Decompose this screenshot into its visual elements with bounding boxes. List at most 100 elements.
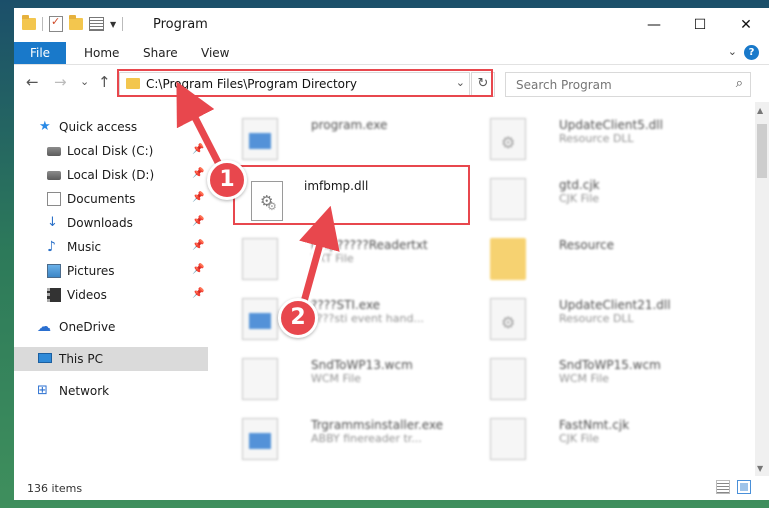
close-button[interactable]: ✕ xyxy=(723,8,769,42)
sidebar-item-label: Music xyxy=(67,240,102,254)
title-bar: ▼ Program — ☐ ✕ xyxy=(14,8,769,42)
pin-icon: 📌 xyxy=(192,216,205,227)
sidebar-item-onedrive[interactable]: ☁ OneDrive xyxy=(14,315,208,339)
tab-file[interactable]: File xyxy=(14,42,66,64)
file-list: program.exe ⚙ ⚙ imfbmp.dll help?????Reade… xyxy=(208,102,753,476)
minimize-button[interactable]: — xyxy=(631,8,677,42)
pin-icon: 📌 xyxy=(192,168,205,179)
sidebar-item-music[interactable]: ♪ Music 📌 xyxy=(14,235,208,259)
folder-icon xyxy=(22,15,36,30)
file-type: ABBY finereader tr... xyxy=(311,432,422,445)
view-properties-icon[interactable] xyxy=(89,17,104,31)
file-name: SndToWP13.wcm xyxy=(311,358,413,372)
exe-icon xyxy=(242,418,278,460)
quick-access-toolbar: ▼ xyxy=(22,15,124,32)
search-box[interactable]: ⌕ xyxy=(505,72,751,97)
pin-icon: 📌 xyxy=(192,144,205,155)
file-item[interactable]: help?????Readertxt TXT File xyxy=(228,230,468,286)
file-type: TXT File xyxy=(311,252,354,265)
tab-view[interactable]: View xyxy=(201,42,229,64)
step-badge-2: 2 xyxy=(278,298,318,338)
cloud-icon: ☁ xyxy=(37,319,51,335)
file-name: Resource xyxy=(559,238,615,252)
film-icon xyxy=(47,288,61,302)
file-highlight-box xyxy=(233,165,470,225)
sidebar-item-documents[interactable]: Documents 📌 xyxy=(14,187,208,211)
file-item[interactable]: gtd.cjk CJK File xyxy=(476,170,716,226)
file-type: Resource DLL xyxy=(559,132,634,145)
sidebar-item-videos[interactable]: Videos 📌 xyxy=(14,283,208,307)
network-icon: ⊞ xyxy=(37,383,48,398)
new-folder-icon[interactable] xyxy=(69,15,83,30)
item-count: 136 items xyxy=(27,482,83,495)
recent-locations-icon[interactable]: ⌄ xyxy=(80,75,89,88)
file-item[interactable]: Trgrammsinstaller.exe ABBY finereader tr… xyxy=(228,410,468,466)
file-name: UpdateClient21.dll xyxy=(559,298,671,312)
file-name: ????STI.exe xyxy=(311,298,381,312)
file-item[interactable]: Resource xyxy=(476,230,716,286)
sidebar-item-label: OneDrive xyxy=(59,320,116,334)
exe-icon xyxy=(242,298,278,340)
navigation-bar: ← → ⌄ ↑ C:\Program Files\Program Directo… xyxy=(14,65,769,101)
file-name: program.exe xyxy=(311,118,388,132)
file-name: UpdateClient5.dll xyxy=(559,118,663,132)
file-name: FastNmt.cjk xyxy=(559,418,630,432)
properties-check-icon[interactable] xyxy=(49,15,63,32)
toolbar-divider xyxy=(122,17,124,31)
search-icon[interactable]: ⌕ xyxy=(736,76,743,91)
sidebar-item-local-disk-d[interactable]: Local Disk (D:) 📌 xyxy=(14,163,208,187)
sidebar-item-label: Videos xyxy=(67,288,107,302)
file-name: gtd.cjk xyxy=(559,178,600,192)
sidebar-item-label: Downloads xyxy=(67,216,133,230)
customize-toolbar-dropdown-icon[interactable]: ▼ xyxy=(110,20,116,29)
scroll-up-icon[interactable]: ▲ xyxy=(757,106,763,115)
details-view-icon[interactable] xyxy=(716,480,730,494)
file-type: WCM File xyxy=(311,372,361,385)
drive-icon xyxy=(47,147,61,156)
scroll-down-icon[interactable]: ▼ xyxy=(757,464,763,473)
search-input[interactable] xyxy=(514,77,718,93)
navigation-pane: ★ Quick access Local Disk (C:) 📌 Local D… xyxy=(14,102,208,476)
file-item[interactable]: UpdateClient5.dll Resource DLL xyxy=(476,110,716,166)
sidebar-item-network[interactable]: ⊞ Network xyxy=(14,379,208,403)
sidebar-item-label: Documents xyxy=(67,192,136,206)
pin-icon: 📌 xyxy=(192,288,205,299)
exe-icon xyxy=(242,118,278,160)
file-item[interactable]: program.exe xyxy=(228,110,468,166)
toolbar-divider xyxy=(42,17,43,31)
tab-share[interactable]: Share xyxy=(143,42,178,64)
tab-home[interactable]: Home xyxy=(84,42,119,64)
text-file-icon xyxy=(242,238,278,280)
sidebar-item-this-pc[interactable]: This PC xyxy=(14,347,208,371)
file-item[interactable]: FastNmt.cjk CJK File xyxy=(476,410,716,466)
large-icons-view-icon[interactable] xyxy=(737,480,751,494)
dll-gear-icon xyxy=(490,118,526,160)
expand-ribbon-icon[interactable]: ⌄ xyxy=(728,45,737,58)
pictures-icon xyxy=(47,264,61,278)
sidebar-item-pictures[interactable]: Pictures 📌 xyxy=(14,259,208,283)
pin-icon: 📌 xyxy=(192,264,205,275)
star-icon: ★ xyxy=(39,119,51,134)
window-title: Program xyxy=(153,17,208,32)
file-name: SndToWP15.wcm xyxy=(559,358,661,372)
sidebar-item-downloads[interactable]: ↓ Downloads 📌 xyxy=(14,211,208,235)
help-icon[interactable]: ? xyxy=(744,45,759,60)
sidebar-item-local-disk-c[interactable]: Local Disk (C:) 📌 xyxy=(14,139,208,163)
forward-arrow-icon[interactable]: → xyxy=(54,73,67,91)
vertical-scrollbar[interactable]: ▲ ▼ xyxy=(755,102,769,476)
blank-file-icon xyxy=(242,358,278,400)
file-item[interactable]: SndToWP13.wcm WCM File xyxy=(228,350,468,406)
up-arrow-icon[interactable]: ↑ xyxy=(98,73,111,91)
file-item[interactable]: SndToWP15.wcm WCM File xyxy=(476,350,716,406)
scrollbar-thumb[interactable] xyxy=(757,124,767,178)
maximize-button[interactable]: ☐ xyxy=(677,8,723,42)
file-item[interactable]: UpdateClient21.dll Resource DLL xyxy=(476,290,716,346)
back-arrow-icon[interactable]: ← xyxy=(26,73,39,91)
documents-icon xyxy=(47,192,61,206)
pin-icon: 📌 xyxy=(192,192,205,203)
dll-gear-icon xyxy=(490,298,526,340)
blank-file-icon xyxy=(490,418,526,460)
status-bar: 136 items xyxy=(14,476,769,500)
file-item[interactable]: ????STI.exe ????sti event hand... xyxy=(228,290,468,346)
sidebar-item-quick-access[interactable]: ★ Quick access xyxy=(14,115,208,139)
